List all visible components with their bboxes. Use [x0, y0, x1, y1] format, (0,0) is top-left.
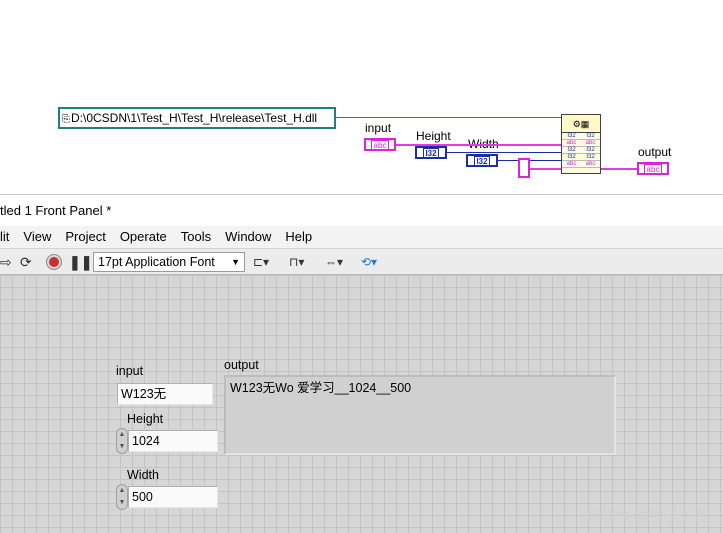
distribute-icon[interactable]: ⊓▾ [289, 253, 304, 271]
buffer-wire[interactable] [530, 168, 561, 170]
menu-tools[interactable]: Tools [175, 226, 219, 248]
resize-icon[interactable]: ⇔▾ [325, 253, 343, 271]
input-terminal[interactable]: abc [364, 138, 396, 151]
width-numeric-control[interactable]: 500 [128, 486, 218, 508]
reorder-icon[interactable]: ⟲▾ [361, 253, 377, 271]
toolbar: ⇨ ⟳ ❚❚ 17pt Application Font ▼ ⊏▾ ⊓▾ ⇔▾ … [0, 248, 723, 275]
chevron-down-icon: ▼ [231, 257, 240, 267]
menu-window[interactable]: Window [219, 226, 279, 248]
call-library-function-node[interactable]: ⚙▦ I32 I32 abc abc I32 I32 I32 I32 abc abc [561, 114, 601, 174]
call-library-function-icon: ⚙▦ [562, 115, 600, 133]
path-icon: ⎘ [62, 114, 70, 125]
font-select-value: 17pt Application Font [98, 255, 215, 269]
output-terminal[interactable]: abc [637, 162, 669, 175]
menu-edit[interactable]: lit [0, 226, 17, 248]
height-terminal-label: Height [416, 129, 451, 143]
font-select[interactable]: 17pt Application Font ▼ [93, 252, 245, 272]
output-terminal-label: output [638, 145, 672, 159]
width-control-label: Width [127, 468, 159, 482]
input-terminal-label: input [365, 121, 392, 135]
menu-operate[interactable]: Operate [114, 226, 175, 248]
height-terminal[interactable]: I32 [415, 146, 447, 159]
pause-icon[interactable]: ❚❚ [69, 253, 92, 271]
abort-icon[interactable] [46, 254, 62, 270]
height-wire[interactable] [447, 152, 561, 153]
menu-help[interactable]: Help [279, 226, 320, 248]
input-string-control[interactable]: W123无 [117, 383, 213, 405]
watermark: CSDN @叶子丶苏 [587, 507, 709, 524]
height-increment-decrement[interactable]: ▲ ▼ [116, 428, 128, 454]
run-continuous-icon[interactable]: ⟳ [20, 253, 32, 271]
menu-view[interactable]: View [17, 226, 59, 248]
height-control-label: Height [127, 412, 164, 426]
block-diagram: ⎘D:\0CSDN\1\Test_H\Test_H\release\Test_H… [0, 0, 723, 194]
dll-path-constant[interactable]: ⎘D:\0CSDN\1\Test_H\Test_H\release\Test_H… [58, 107, 336, 129]
path-wire[interactable] [336, 117, 561, 118]
window-title: tled 1 Front Panel * [0, 194, 723, 226]
input-control-label: input [116, 364, 144, 378]
dll-path-text: D:\0CSDN\1\Test_H\Test_H\release\Test_H.… [71, 111, 318, 125]
screenshot: ⎘D:\0CSDN\1\Test_H\Test_H\release\Test_H… [0, 0, 723, 533]
front-panel-window: tled 1 Front Panel * lit View Project Op… [0, 194, 723, 533]
front-panel-canvas: input W123无 Height ▲ ▼ 1024 Width ▲ ▼ 500 … [0, 275, 723, 533]
output-string-indicator: W123无Wo 爱学习__1024__500 [224, 375, 616, 455]
run-arrow-icon[interactable]: ⇨ [0, 253, 12, 271]
output-wire[interactable] [601, 168, 637, 170]
height-numeric-control[interactable]: 1024 [128, 430, 218, 452]
width-terminal[interactable]: I32 [466, 154, 498, 167]
input-wire[interactable] [396, 144, 561, 146]
menu-project[interactable]: Project [59, 226, 113, 248]
string-buffer-constant[interactable] [518, 158, 530, 178]
width-increment-decrement[interactable]: ▲ ▼ [116, 484, 128, 510]
output-indicator-label: output [224, 358, 259, 372]
menu-bar: lit View Project Operate Tools Window He… [0, 226, 723, 248]
align-icon[interactable]: ⊏▾ [253, 253, 269, 271]
